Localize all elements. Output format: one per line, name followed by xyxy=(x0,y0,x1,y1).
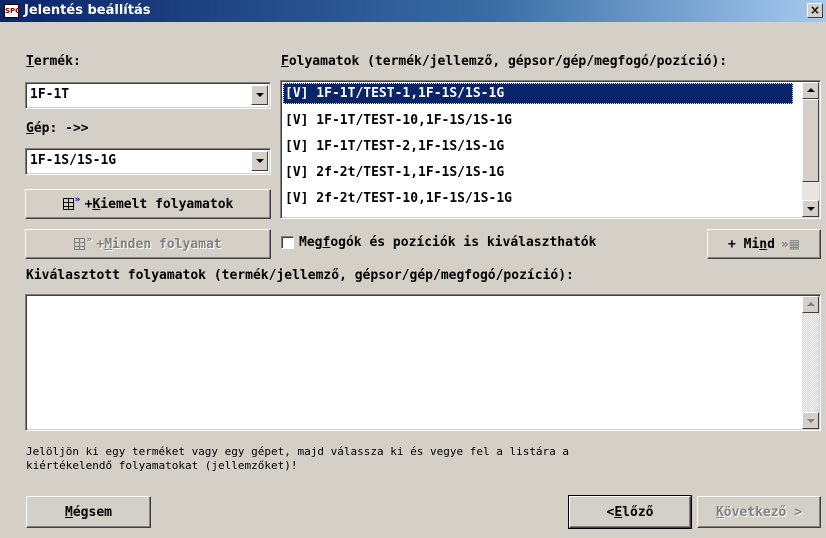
next-button[interactable]: Következő > xyxy=(697,496,821,528)
machine-label: Gép: ->> xyxy=(26,121,89,136)
previous-button[interactable]: < Előző xyxy=(568,495,692,529)
cancel-button[interactable]: Mégsem xyxy=(26,496,151,528)
product-combo-value: 1F-1T xyxy=(30,87,70,102)
scroll-up-icon[interactable] xyxy=(802,296,819,313)
grippers-checkbox[interactable] xyxy=(281,236,294,249)
close-icon[interactable]: × xyxy=(807,3,823,18)
product-label: Termék: xyxy=(26,54,81,69)
processes-scrollbar[interactable] xyxy=(802,82,819,217)
add-all-icon: »▦ xyxy=(780,237,801,251)
process-item[interactable]: [V] 1F-1T/TEST-1,1F-1S/1S-1G xyxy=(283,83,793,104)
scroll-up-icon[interactable] xyxy=(802,82,819,99)
dropdown-arrow-icon[interactable] xyxy=(251,151,268,171)
grippers-checkbox-label[interactable]: Megfogók és pozíciók is kiválaszthatók xyxy=(299,235,596,250)
hint-line-2: kiértékelendő folyamatokat (jellemzőket)… xyxy=(26,459,298,472)
spc-app-icon: SPC xyxy=(4,4,20,18)
window-title: Jelentés beállítás xyxy=(24,3,151,18)
process-item[interactable]: [V] 2f-2t/TEST-1,1F-1S/1S-1G xyxy=(283,162,793,183)
scroll-down-icon[interactable] xyxy=(802,200,819,217)
scroll-thumb[interactable] xyxy=(802,99,819,182)
dropdown-arrow-icon[interactable] xyxy=(251,85,268,105)
process-item[interactable]: [V] 1F-1T/TEST-10,1F-1S/1S-1G xyxy=(283,110,793,131)
process-list-icon: » xyxy=(62,195,81,211)
title-bar[interactable]: SPC Jelentés beállítás × xyxy=(0,0,826,22)
highlighted-processes-button[interactable]: » + Kiemelt folyamatok xyxy=(25,189,271,219)
machine-combo-value: 1F-1S/1S-1G xyxy=(30,153,117,168)
hint-line-1: Jelöljön ki egy terméket vagy egy gépet,… xyxy=(26,445,570,458)
scroll-down-icon[interactable] xyxy=(802,412,819,429)
product-combo[interactable]: 1F-1T xyxy=(25,82,271,109)
selected-scrollbar[interactable] xyxy=(802,296,819,429)
process-list-icon: » xyxy=(74,235,92,251)
all-processes-button[interactable]: » + Minden folyamat xyxy=(25,229,271,259)
process-item[interactable]: [V] 2f-2t/TEST-10,1F-1S/1S-1G xyxy=(283,188,793,209)
processes-label: Folyamatok (termék/jellemző, gépsor/gép/… xyxy=(281,54,728,69)
machine-combo[interactable]: 1F-1S/1S-1G xyxy=(25,148,271,175)
selected-processes-label: Kiválasztott folyamatok (termék/jellemző… xyxy=(26,268,574,283)
report-settings-dialog: SPC Jelentés beállítás × Termék: 1F-1T G… xyxy=(0,0,826,538)
selected-processes-listbox[interactable] xyxy=(25,294,821,431)
add-all-button[interactable]: + Mi n d »▦ xyxy=(707,229,821,259)
process-item[interactable]: [V] 1F-1T/TEST-2,1F-1S/1S-1G xyxy=(283,136,793,157)
processes-listbox[interactable]: [V] 1F-1T/TEST-1,1F-1S/1S-1G [V] 1F-1T/T… xyxy=(280,80,821,219)
